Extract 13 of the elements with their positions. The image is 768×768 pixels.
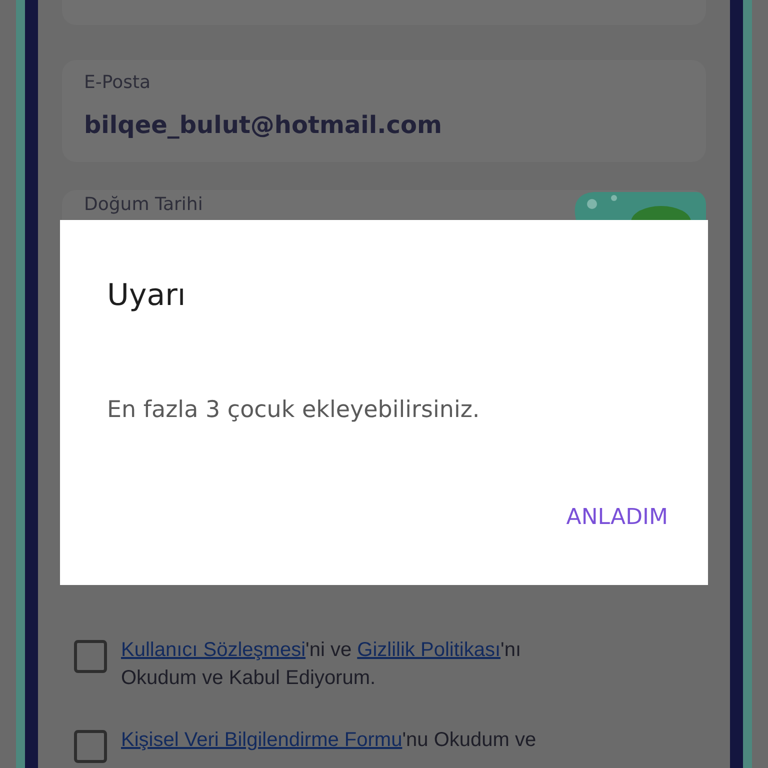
- link[interactable]: Kişisel Veri Bilgilendirme Formu: [121, 729, 402, 751]
- field-label: E-Posta: [84, 72, 151, 93]
- checkbox[interactable]: [74, 730, 107, 763]
- dialog-message: En fazla 3 çocuk ekleyebilirsiniz.: [107, 397, 480, 423]
- field-value: bilqee_bulut@hotmail.com: [84, 111, 442, 139]
- link[interactable]: Kullanıcı Sözleşmesi: [121, 639, 306, 661]
- checkbox[interactable]: [74, 640, 107, 673]
- link[interactable]: Gizlilik Politikası: [357, 639, 501, 661]
- agreement-text: Kişisel Veri Bilgilendirme Formu'nu Okudum ve: [121, 728, 538, 753]
- field-label: Doğum Tarihi: [84, 194, 203, 215]
- agreement-text: Kullanıcı Sözleşmesi'ni ve Gizlilik Politikası'nı Okudum ve Kabul Ediyorum.: [121, 638, 522, 691]
- dialog-title: Uyarı: [107, 278, 186, 313]
- input-field[interactable]: E-Posta bilqee_bulut@hotmail.com: [62, 60, 706, 162]
